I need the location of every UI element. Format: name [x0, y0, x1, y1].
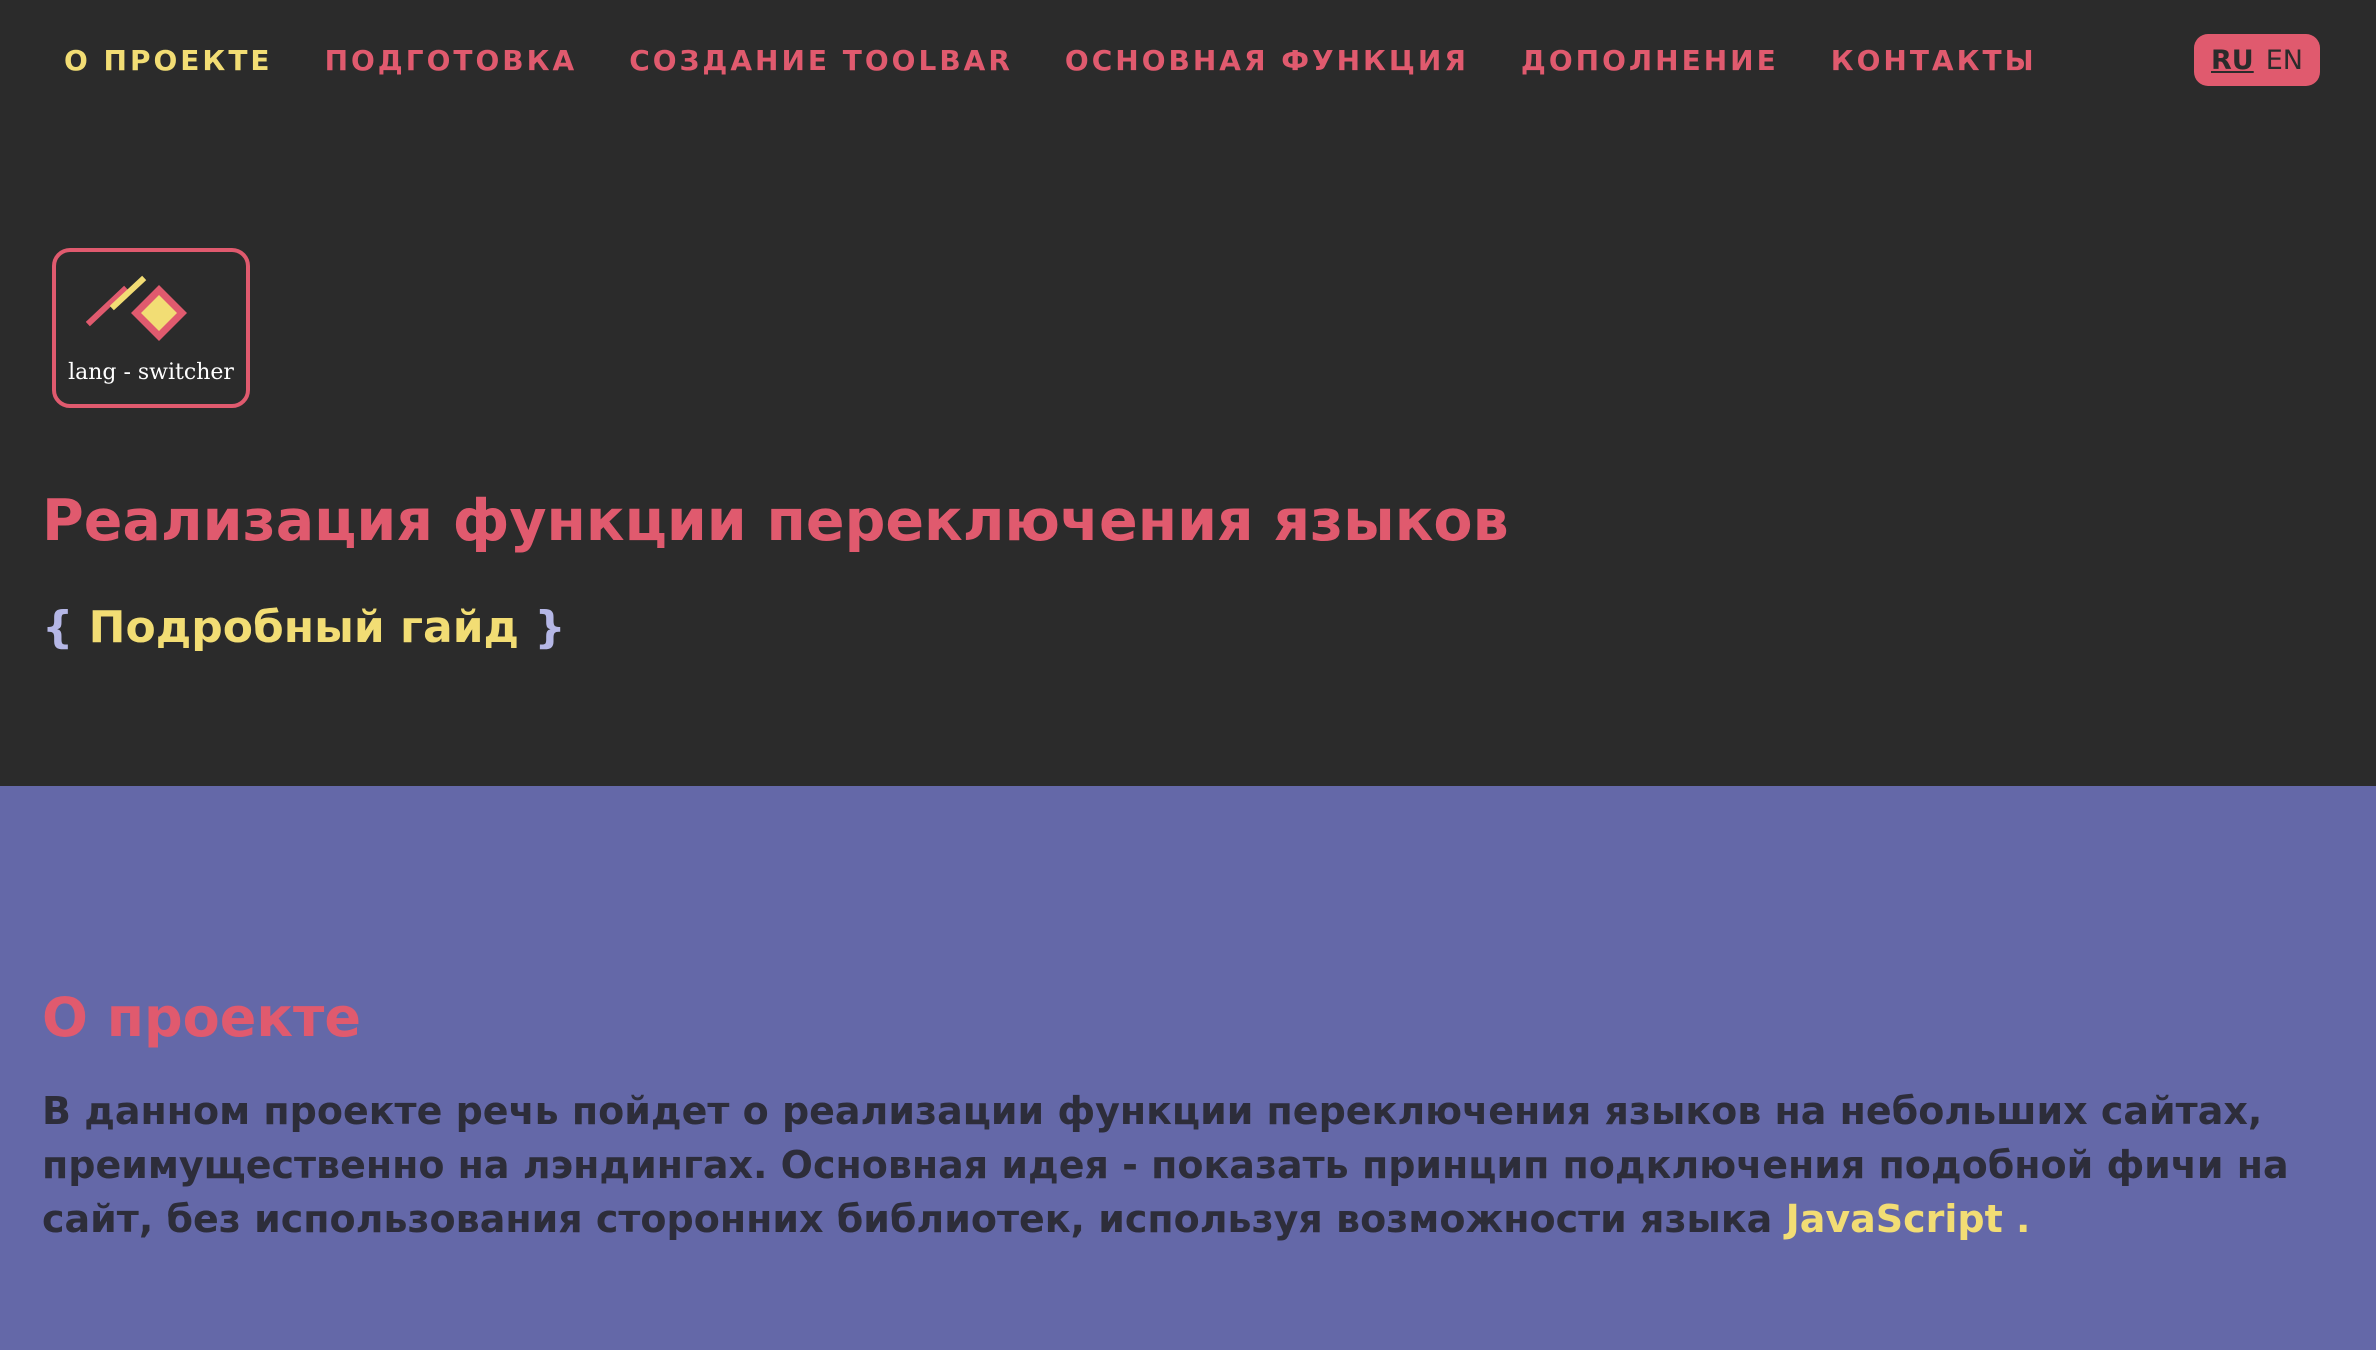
subtitle-brace-open: {: [42, 602, 74, 653]
subtitle-brace-close: }: [534, 602, 566, 653]
about-line-3: сайт, без использования сторонних библио…: [42, 1192, 2342, 1246]
section-title-about: О проекте: [42, 986, 361, 1049]
language-switcher: RU EN: [2194, 34, 2320, 86]
lang-option-ru[interactable]: RU: [2211, 45, 2254, 76]
about-line-1: В данном проекте речь пойдет о реализаци…: [42, 1089, 2263, 1133]
nav-links: О ПРОЕКТЕ ПОДГОТОВКА СОЗДАНИЕ TOOLBAR ОС…: [64, 0, 2037, 120]
lang-switcher-logo-icon: [86, 275, 187, 341]
nav-link-addition[interactable]: ДОПОЛНЕНИЕ: [1521, 44, 1779, 77]
page-subtitle: { Подробный гайд }: [42, 602, 566, 653]
nav-link-toolbar[interactable]: СОЗДАНИЕ TOOLBAR: [629, 44, 1013, 77]
subtitle-text: Подробный гайд: [88, 602, 520, 653]
about-line-3-text: сайт, без использования сторонних библио…: [42, 1197, 1773, 1241]
logo: lang - switcher: [52, 248, 250, 408]
about-line-2: преимущественно на лэндингах. Основная и…: [42, 1143, 2289, 1187]
about-section: О проекте В данном проекте речь пойдет о…: [0, 786, 2376, 1350]
top-navigation: О ПРОЕКТЕ ПОДГОТОВКА СОЗДАНИЕ TOOLBAR ОС…: [0, 0, 2376, 120]
javascript-highlight: JavaScript .: [1785, 1197, 2031, 1241]
nav-link-main-function[interactable]: ОСНОВНАЯ ФУНКЦИЯ: [1065, 44, 1469, 77]
logo-text: lang - switcher: [68, 360, 234, 385]
hero-section: lang - switcher Реализация функции перек…: [0, 120, 2376, 786]
about-paragraph: В данном проекте речь пойдет о реализаци…: [42, 1084, 2342, 1246]
nav-link-contacts[interactable]: КОНТАКТЫ: [1831, 44, 2037, 77]
lang-option-en[interactable]: EN: [2266, 45, 2303, 76]
nav-link-preparation[interactable]: ПОДГОТОВКА: [325, 44, 578, 77]
nav-link-about[interactable]: О ПРОЕКТЕ: [64, 44, 273, 77]
page-title: Реализация функции переключения языков: [42, 488, 1509, 554]
